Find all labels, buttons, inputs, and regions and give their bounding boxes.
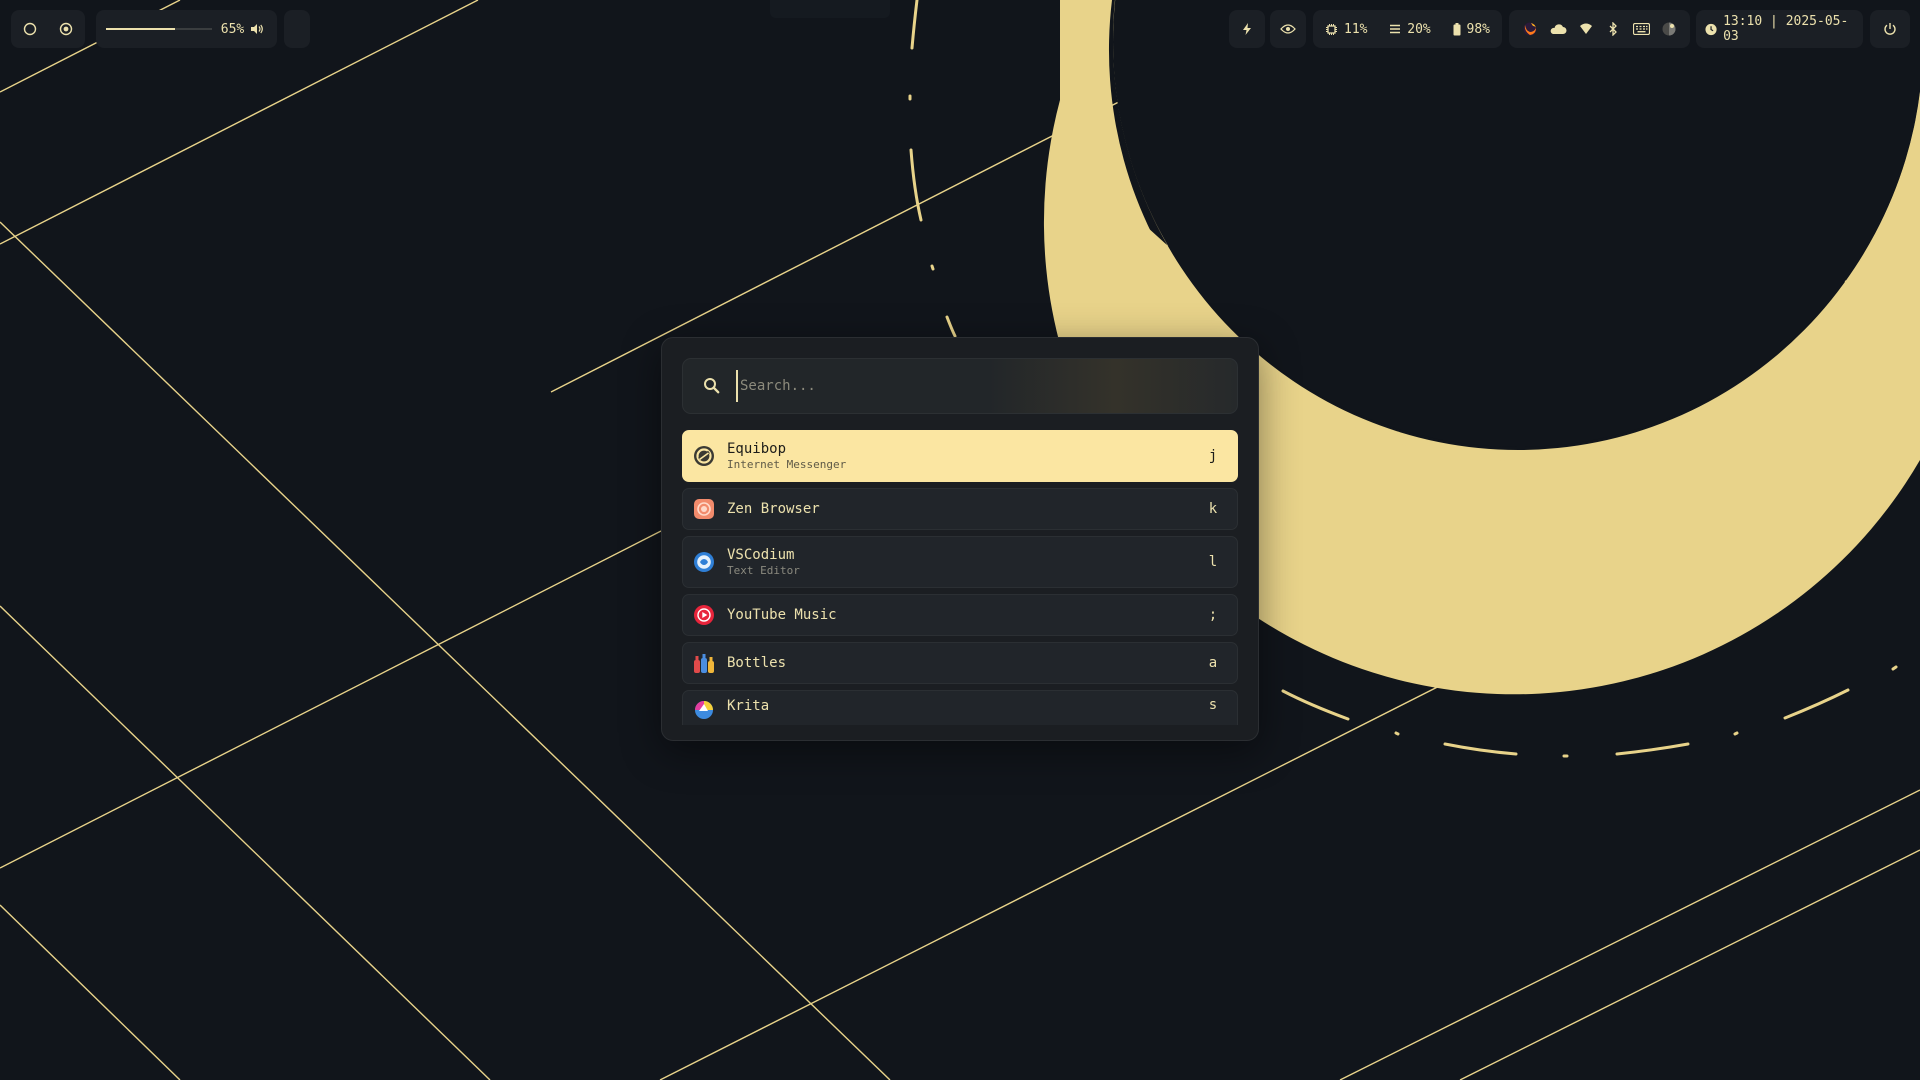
cpu-icon bbox=[1326, 23, 1337, 35]
result-row[interactable]: Equibop Internet Messenger j bbox=[682, 430, 1238, 482]
equibop-icon bbox=[693, 445, 715, 467]
clock-pill[interactable]: 13:10 | 2025-05-03 bbox=[1696, 10, 1863, 48]
result-row[interactable]: YouTube Music; bbox=[682, 594, 1238, 636]
keyboard-icon[interactable] bbox=[1630, 18, 1652, 40]
system-stats-pill: 11% 20% 98% bbox=[1313, 10, 1502, 48]
bolt-icon[interactable] bbox=[1236, 18, 1258, 40]
power-icon[interactable] bbox=[1879, 18, 1901, 40]
result-row[interactable]: Krita s bbox=[682, 690, 1238, 725]
result-text: Equibop Internet Messenger bbox=[727, 440, 1203, 472]
search-icon bbox=[704, 378, 720, 394]
tray-pill bbox=[1509, 10, 1690, 48]
cpu-value: 11% bbox=[1344, 21, 1368, 37]
record-icon[interactable] bbox=[55, 18, 77, 40]
volume-pill: 65% bbox=[96, 10, 277, 48]
result-name: Bottles bbox=[727, 655, 787, 671]
volume-slider[interactable] bbox=[106, 28, 212, 30]
result-text: VSCodium Text Editor bbox=[727, 546, 1203, 578]
circle-outline-icon[interactable] bbox=[19, 18, 41, 40]
bluetooth-icon[interactable] bbox=[1602, 18, 1624, 40]
battery-stat[interactable]: 98% bbox=[1453, 22, 1490, 37]
top-tab bbox=[770, 0, 890, 18]
cpu-stat[interactable]: 11% bbox=[1325, 22, 1367, 37]
cloud-icon[interactable] bbox=[1547, 18, 1569, 40]
battery-value: 98% bbox=[1466, 21, 1490, 37]
volume-slider-fill bbox=[106, 28, 175, 30]
zen-browser-icon bbox=[693, 498, 715, 520]
clock-text: 13:10 | 2025-05-03 bbox=[1723, 14, 1849, 44]
result-description: Internet Messenger bbox=[727, 458, 847, 471]
result-text: Zen Browser bbox=[727, 500, 1203, 518]
result-shortcut-key: a bbox=[1208, 655, 1218, 671]
youtube-music-icon bbox=[693, 604, 715, 626]
result-name: VSCodium bbox=[727, 547, 795, 563]
results-list: Equibop Internet Messenger j Zen Browser k VS… bbox=[682, 430, 1238, 725]
result-name: YouTube Music bbox=[727, 607, 837, 623]
result-shortcut-key: s bbox=[1208, 697, 1218, 713]
search-box bbox=[682, 358, 1238, 414]
workspace-pill bbox=[11, 10, 85, 48]
speaker-icon[interactable] bbox=[246, 18, 267, 40]
result-name: Zen Browser bbox=[727, 501, 820, 517]
result-text: YouTube Music bbox=[727, 606, 1203, 624]
battery-icon bbox=[1453, 22, 1460, 35]
power-pill bbox=[1870, 10, 1910, 48]
memory-stat[interactable]: 20% bbox=[1389, 21, 1431, 37]
result-shortcut-key: k bbox=[1208, 501, 1218, 517]
empty-pill bbox=[284, 10, 310, 48]
search-input[interactable] bbox=[736, 370, 1222, 402]
result-shortcut-key: l bbox=[1208, 554, 1218, 570]
wifi-icon[interactable] bbox=[1575, 18, 1597, 40]
result-text: Krita bbox=[727, 697, 1203, 715]
result-name: Krita bbox=[727, 698, 770, 714]
bottles-icon bbox=[693, 652, 715, 674]
eye-icon[interactable] bbox=[1277, 18, 1299, 40]
bolt-pill bbox=[1229, 10, 1265, 48]
result-shortcut-key: ; bbox=[1208, 607, 1218, 623]
memory-icon bbox=[1390, 24, 1401, 34]
result-text: Bottles bbox=[727, 654, 1203, 672]
result-description: Text Editor bbox=[727, 564, 800, 577]
clock-icon bbox=[1705, 23, 1717, 35]
vscodium-icon bbox=[693, 551, 715, 573]
result-row[interactable]: Zen Browser k bbox=[682, 488, 1238, 530]
memory-value: 20% bbox=[1407, 21, 1431, 37]
result-row[interactable]: Bottles a bbox=[682, 642, 1238, 684]
firefox-icon[interactable] bbox=[1519, 18, 1541, 40]
volume-label: 65% bbox=[220, 21, 245, 37]
app-launcher: EquibopInternet Messenger j Zen Browser k VS… bbox=[661, 337, 1259, 741]
result-row[interactable]: VSCodium Text Editor l bbox=[682, 536, 1238, 588]
darkmode-icon[interactable] bbox=[1658, 18, 1680, 40]
krita-icon bbox=[693, 697, 715, 719]
result-shortcut-key: j bbox=[1208, 448, 1218, 464]
result-name: Equibop bbox=[727, 441, 787, 457]
eye-pill bbox=[1270, 10, 1306, 48]
